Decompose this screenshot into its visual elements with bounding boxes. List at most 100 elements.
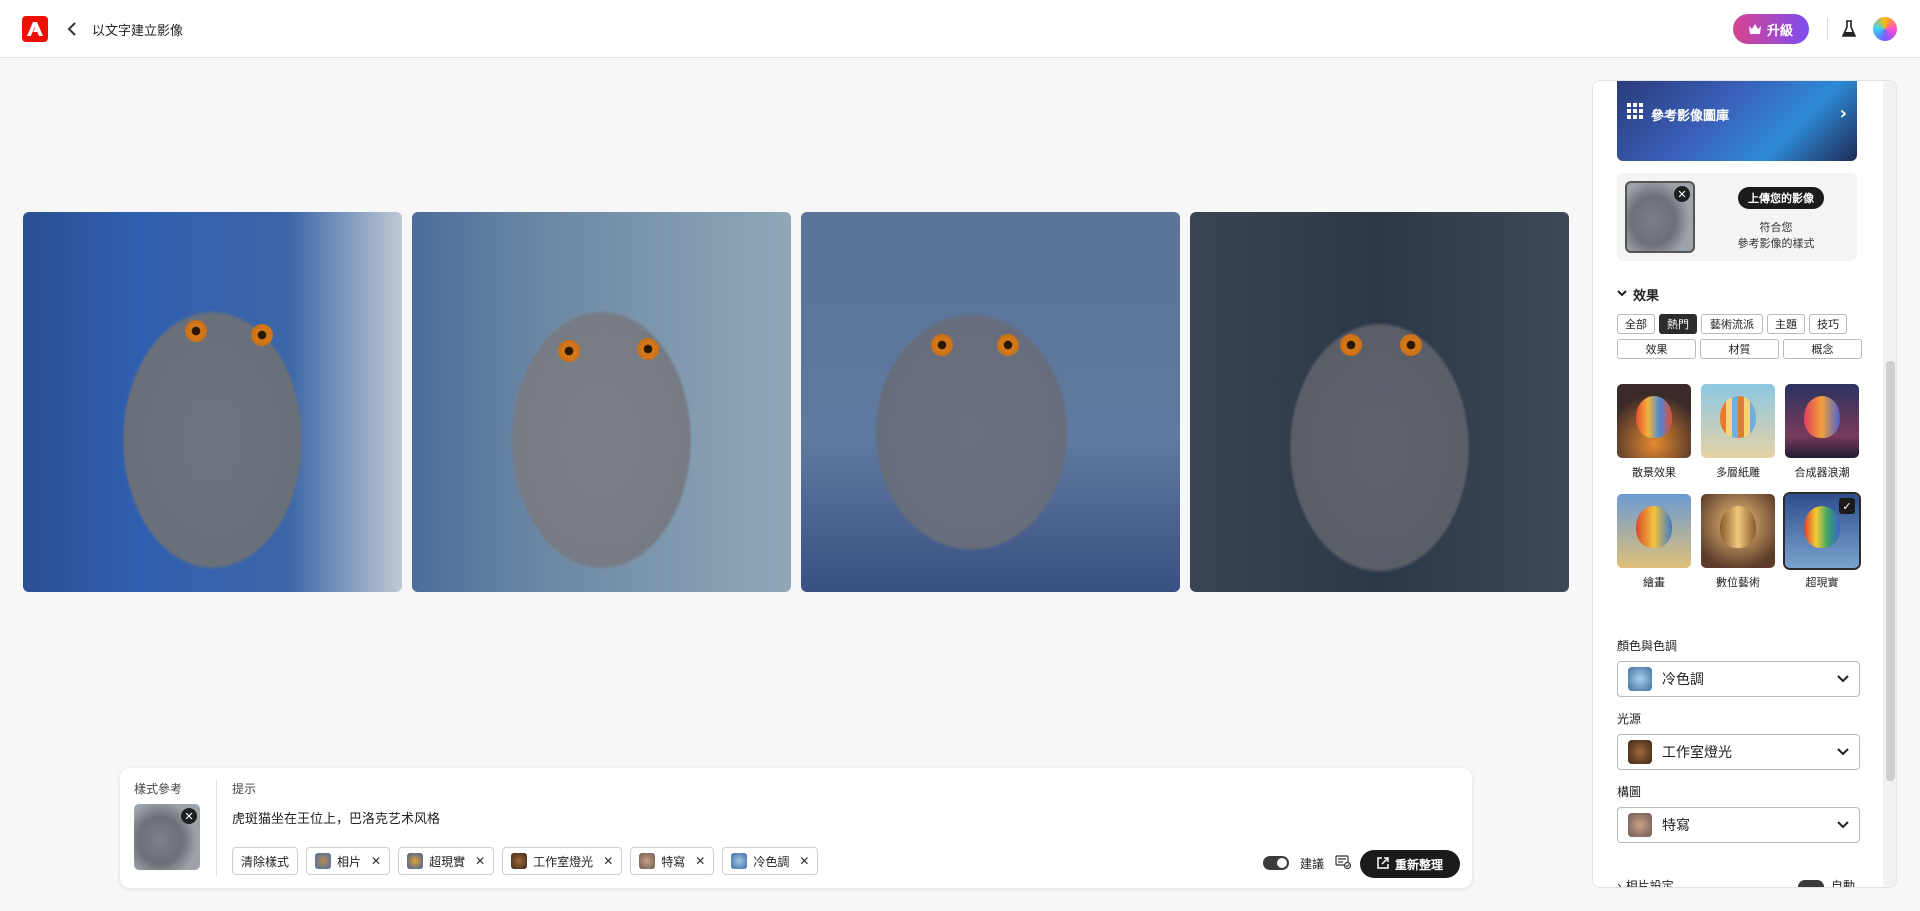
- remove-chip-icon[interactable]: ✕: [695, 854, 705, 868]
- remove-chip-icon[interactable]: ✕: [603, 854, 613, 868]
- page-title: 以文字建立影像: [92, 24, 184, 39]
- color-tone-value: 冷色調: [1662, 672, 1704, 688]
- chevron-down-icon: [1837, 818, 1849, 832]
- cat-eye-right: [637, 338, 659, 360]
- effect-label: 多層紙雕: [1716, 466, 1760, 479]
- crown-icon: [1748, 22, 1761, 37]
- cool-tone-chip-icon: [731, 853, 748, 869]
- app-header: 以文字建立影像 升級: [0, 0, 1920, 58]
- panel-scrollbar-thumb[interactable]: [1886, 361, 1895, 781]
- style-chip-row: 清除樣式 相片 ✕ 超現實 ✕ 工作室燈光 ✕ 特寫 ✕ 冷色調 ✕: [232, 847, 819, 875]
- tab-concepts[interactable]: 概念: [1783, 339, 1862, 359]
- tab-effects[interactable]: 效果: [1617, 339, 1696, 359]
- adobe-logo-icon[interactable]: [22, 16, 48, 42]
- remove-reference-icon[interactable]: ✕: [181, 808, 197, 824]
- tab-techniques[interactable]: 技巧: [1809, 314, 1847, 334]
- style-chip[interactable]: 超現實 ✕: [398, 847, 495, 875]
- composition-value: 特寫: [1662, 818, 1690, 834]
- effect-label: 散景效果: [1632, 466, 1676, 479]
- refresh-label: 重新整理: [1394, 857, 1443, 872]
- upgrade-button[interactable]: 升級: [1733, 14, 1809, 44]
- effect-thumbnail: [1701, 494, 1775, 568]
- balloon-icon: [1804, 506, 1840, 548]
- generated-image-4[interactable]: [1190, 212, 1569, 592]
- upload-reference-box: ✕ 上傳您的影像 符合您 參考影像的樣式: [1617, 173, 1857, 261]
- settings-panel: 參考影像圖庫 › ✕ 上傳您的影像 符合您 參考影像的樣式 效果 全部 熱門 藝…: [1592, 80, 1897, 888]
- balloon-icon: [1720, 506, 1756, 548]
- cool-tone-icon: [1628, 667, 1652, 691]
- effect-tabs-row-1: 全部 熱門 藝術流派 主題 技巧: [1617, 314, 1847, 334]
- upload-hint-2: 參考影像的樣式: [1737, 237, 1815, 250]
- remove-chip-icon[interactable]: ✕: [475, 854, 485, 868]
- effect-bokeh[interactable]: 散景效果: [1617, 384, 1691, 480]
- checkmark-icon: ✓: [1839, 498, 1855, 514]
- composition-select[interactable]: 特寫: [1617, 807, 1860, 843]
- generated-image-2[interactable]: [412, 212, 791, 592]
- generated-image-3[interactable]: [801, 212, 1180, 592]
- effect-digital-art[interactable]: 數位藝術: [1701, 494, 1775, 590]
- prompt-label: 提示: [232, 782, 257, 796]
- grid-icon: [1627, 103, 1643, 119]
- remove-chip-icon[interactable]: ✕: [371, 854, 381, 868]
- effect-thumbnail: [1785, 384, 1859, 458]
- tab-materials[interactable]: 材質: [1700, 339, 1779, 359]
- cat-eye-left: [1340, 334, 1362, 356]
- camera-settings-header[interactable]: › 相片設定: [1617, 877, 1674, 887]
- cat-eye-left: [185, 320, 207, 342]
- tab-themes[interactable]: 主題: [1767, 314, 1805, 334]
- style-chip[interactable]: 冷色調 ✕: [722, 847, 819, 875]
- effect-label: 超現實: [1805, 576, 1839, 589]
- color-tone-select[interactable]: 冷色調: [1617, 661, 1860, 697]
- effect-tabs-row-2: 效果 材質 概念: [1617, 339, 1862, 359]
- suggestions-settings-icon[interactable]: [1334, 854, 1352, 870]
- auto-toggle[interactable]: [1798, 880, 1824, 887]
- remove-chip-icon[interactable]: ✕: [799, 854, 809, 868]
- style-chip[interactable]: 工作室燈光 ✕: [502, 847, 623, 875]
- effect-synthwave[interactable]: 合成器浪潮: [1785, 384, 1859, 480]
- style-reference-thumbnail[interactable]: ✕: [134, 804, 200, 870]
- balloon-icon: [1720, 396, 1756, 438]
- balloon-icon: [1636, 506, 1672, 548]
- effect-thumbnail: [1617, 384, 1691, 458]
- effects-section-header[interactable]: 效果: [1617, 285, 1659, 304]
- effect-thumbnail: ✓: [1783, 492, 1861, 570]
- effect-paper-layers[interactable]: 多層紙雕: [1701, 384, 1775, 480]
- flask-icon[interactable]: [1838, 17, 1860, 41]
- cat-eye-left: [931, 334, 953, 356]
- tab-all[interactable]: 全部: [1617, 314, 1655, 334]
- lighting-select[interactable]: 工作室燈光: [1617, 734, 1860, 770]
- generated-image-1[interactable]: [23, 212, 402, 592]
- refresh-button[interactable]: 重新整理: [1360, 850, 1460, 878]
- cat-eye-right: [251, 324, 273, 346]
- photo-chip-icon: [315, 853, 332, 869]
- suggestions-toggle[interactable]: [1263, 856, 1289, 870]
- effect-label: 合成器浪潮: [1794, 466, 1850, 479]
- user-avatar[interactable]: [1873, 17, 1897, 41]
- chevron-down-icon: [1837, 745, 1849, 759]
- cat-eye-right: [1400, 334, 1422, 356]
- cat-eye-right: [997, 334, 1019, 356]
- studio-light-icon: [1628, 740, 1652, 764]
- back-arrow-icon[interactable]: [62, 18, 82, 40]
- effect-surreal[interactable]: ✓ 超現實: [1783, 492, 1861, 590]
- remove-upload-icon[interactable]: ✕: [1674, 186, 1690, 202]
- effect-label: 數位藝術: [1716, 576, 1760, 589]
- auto-label: 自動: [1831, 879, 1856, 888]
- style-chip[interactable]: 特寫 ✕: [630, 847, 715, 875]
- header-divider: [1827, 18, 1828, 40]
- upload-image-button[interactable]: 上傳您的影像: [1738, 187, 1824, 209]
- style-reference-label: 樣式參考: [134, 782, 183, 796]
- clear-styles-button[interactable]: 清除樣式: [232, 847, 299, 875]
- clear-styles-label: 清除樣式: [241, 854, 290, 869]
- tab-popular[interactable]: 熱門: [1659, 314, 1697, 334]
- effect-label: 繪畫: [1643, 576, 1665, 589]
- upload-hint-1: 符合您: [1759, 221, 1793, 234]
- tab-art-styles[interactable]: 藝術流派: [1701, 314, 1763, 334]
- effect-painting[interactable]: 繪畫: [1617, 494, 1691, 590]
- cat-eye-left: [558, 340, 580, 362]
- reference-gallery-button[interactable]: 參考影像圖庫 ›: [1617, 81, 1857, 161]
- effects-grid: 散景效果 多層紙雕 合成器浪潮 繪畫 數位藝術 ✓ 超現實: [1617, 384, 1861, 590]
- chip-label: 工作室燈光: [533, 854, 594, 869]
- prompt-input[interactable]: 虎斑猫坐在王位上，巴洛克艺术风格: [232, 808, 440, 827]
- style-chip[interactable]: 相片 ✕: [306, 847, 391, 875]
